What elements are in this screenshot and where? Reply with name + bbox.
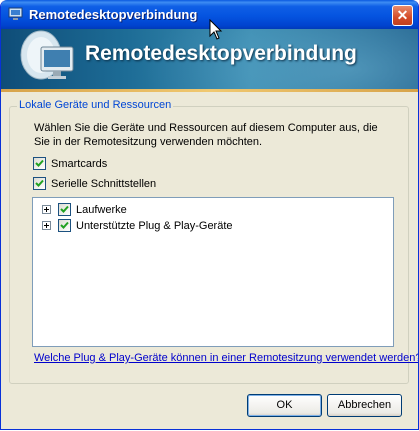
pnp-devices-checkbox[interactable] [58, 219, 71, 232]
ok-button[interactable]: OK [247, 394, 322, 417]
banner-heading: Remotedesktopverbindung [85, 42, 357, 65]
group-description: Wählen Sie die Geräte und Ressourcen auf… [34, 122, 378, 148]
check-icon [35, 179, 44, 187]
check-icon [60, 221, 69, 229]
remote-desktop-app-icon [8, 7, 23, 20]
expand-plus-icon[interactable] [42, 205, 51, 214]
serial-ports-checkbox[interactable] [33, 177, 46, 190]
smartcards-checkbox[interactable] [33, 157, 46, 170]
smartcards-label: Smartcards [51, 157, 108, 170]
remote-desktop-computer-icon [20, 30, 74, 80]
tree-item-pnp-devices[interactable]: Unterstützte Plug & Play-Geräte [42, 219, 233, 232]
drives-checkbox[interactable] [58, 203, 71, 216]
pnp-help-link[interactable]: Welche Plug & Play-Geräte können in eine… [34, 352, 418, 364]
dialog-window: Remotedesktopverbindung ✕ Remotedesktopv… [0, 0, 419, 430]
banner-divider [1, 89, 418, 92]
mouse-pointer-icon [209, 19, 223, 40]
cancel-button[interactable]: Abbrechen [327, 394, 402, 417]
close-icon: ✕ [396, 7, 409, 23]
tree-item-drives[interactable]: Laufwerke [42, 203, 127, 216]
smartcards-option[interactable]: Smartcards [33, 157, 107, 170]
drives-label: Laufwerke [76, 203, 127, 216]
serial-ports-option[interactable]: Serielle Schnittstellen [33, 177, 156, 190]
expand-plus-icon[interactable] [42, 221, 51, 230]
close-button[interactable]: ✕ [392, 5, 413, 26]
devices-tree[interactable]: Laufwerke Unterstützte Plug & Play-Gerät… [32, 197, 394, 347]
check-icon [60, 205, 69, 213]
pnp-devices-label: Unterstützte Plug & Play-Geräte [76, 219, 233, 232]
window-title: Remotedesktopverbindung [29, 7, 198, 22]
serial-ports-label: Serielle Schnittstellen [51, 177, 157, 190]
group-legend: Lokale Geräte und Ressourcen [17, 99, 174, 111]
check-icon [35, 159, 44, 167]
